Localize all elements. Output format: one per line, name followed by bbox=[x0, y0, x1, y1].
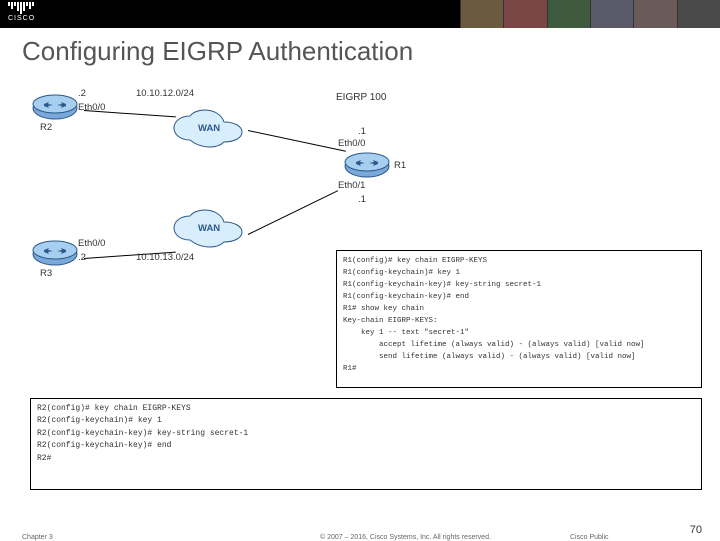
eigrp-domain-label: EIGRP 100 bbox=[336, 92, 386, 103]
wan-cloud-top: WAN bbox=[170, 108, 248, 150]
r3-addr: .2 bbox=[78, 252, 86, 263]
code-line: R1# show key chain bbox=[343, 303, 695, 315]
wan-cloud-bottom: WAN bbox=[170, 208, 248, 250]
r3-subnet: 10.10.13.0/24 bbox=[136, 252, 194, 263]
code-line: R2(config-keychain-key)# end bbox=[37, 440, 695, 452]
code-line: R2(config)# key chain EIGRP-KEYS bbox=[37, 403, 695, 415]
code-line: R1(config-keychain)# key 1 bbox=[343, 267, 695, 279]
wan-top-label: WAN bbox=[198, 123, 220, 134]
r2-addr: .2 bbox=[78, 88, 86, 99]
code-line: R2# bbox=[37, 453, 695, 465]
router-r1 bbox=[344, 152, 390, 180]
r1-addr-bottom: .1 bbox=[358, 194, 366, 205]
r3-label: R3 bbox=[40, 268, 52, 279]
code-line: key 1 -- text "secret-1" bbox=[343, 327, 695, 339]
router-r3 bbox=[32, 240, 78, 268]
brand-text: CISCO bbox=[8, 15, 35, 22]
code-line: R1(config)# key chain EIGRP-KEYS bbox=[343, 255, 695, 267]
r2-config-box: R2(config)# key chain EIGRP-KEYS R2(conf… bbox=[30, 398, 702, 490]
code-line: R2(config-keychain)# key 1 bbox=[37, 415, 695, 427]
r2-label: R2 bbox=[40, 122, 52, 133]
photo-strip bbox=[460, 0, 720, 28]
code-line: R1# bbox=[343, 363, 695, 375]
code-line: Key-chain EIGRP-KEYS: bbox=[343, 315, 695, 327]
code-line: send lifetime (always valid) - (always v… bbox=[343, 351, 695, 363]
r1-config-box: R1(config)# key chain EIGRP-KEYS R1(conf… bbox=[336, 250, 702, 388]
slide-title: Configuring EIGRP Authentication bbox=[0, 28, 720, 67]
code-line: R1(config-keychain-key)# key-string secr… bbox=[343, 279, 695, 291]
r2-subnet: 10.10.12.0/24 bbox=[136, 88, 194, 99]
code-line: R1(config-keychain-key)# end bbox=[343, 291, 695, 303]
r3-int: Eth0/0 bbox=[78, 238, 105, 249]
code-line: accept lifetime (always valid) - (always… bbox=[343, 339, 695, 351]
r1-int-bottom: Eth0/1 bbox=[338, 180, 365, 191]
r1-label: R1 bbox=[394, 160, 406, 171]
router-r2 bbox=[32, 94, 78, 122]
page-number: 70 bbox=[690, 524, 702, 536]
top-bar: CISCO bbox=[0, 0, 720, 28]
wan-bottom-label: WAN bbox=[198, 223, 220, 234]
r1-int-top: Eth0/0 bbox=[338, 138, 365, 149]
cisco-logo: CISCO bbox=[8, 2, 35, 22]
r2-int: Eth0/0 bbox=[78, 102, 105, 113]
code-line: R2(config-keychain-key)# key-string secr… bbox=[37, 428, 695, 440]
r1-addr-top: .1 bbox=[358, 126, 366, 137]
